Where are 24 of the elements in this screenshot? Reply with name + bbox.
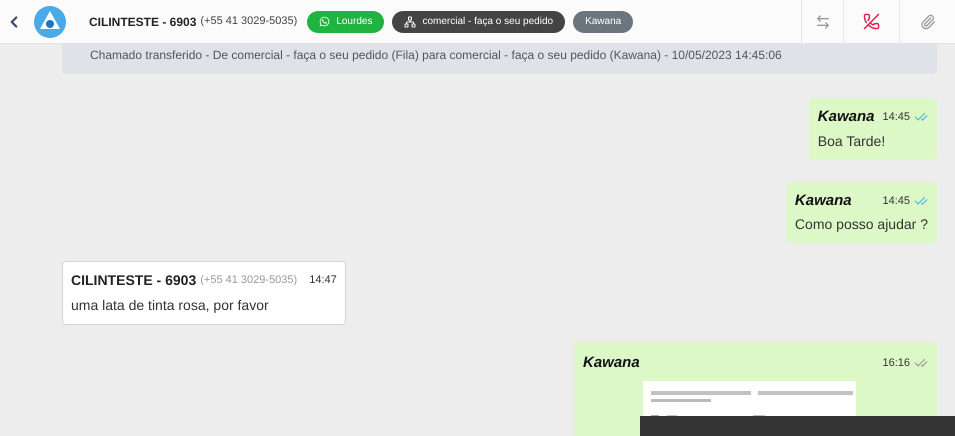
message-text: Boa Tarde! — [818, 132, 886, 150]
message-text: Como posso ajudar ? — [794, 215, 928, 234]
author-name: Kawana — [818, 107, 874, 127]
hierarchy-icon — [404, 16, 416, 28]
message-time: 14:47 — [309, 273, 337, 288]
author-name: CILINTESTE - 6903 — [71, 271, 196, 290]
contact-name: CILINTESTE - 6903 — [89, 14, 196, 30]
transfer-icon[interactable] — [814, 14, 830, 30]
contact-phone: (+55 41 3029-5035) — [200, 14, 298, 30]
avatar-logo-icon — [33, 4, 67, 38]
author-name: Kawana — [583, 353, 640, 373]
tag-label: Lourdes — [336, 15, 372, 29]
author-phone: (+55 41 3029-5035) — [200, 273, 298, 288]
whatsapp-icon — [319, 16, 330, 27]
message-text: uma lata de tinta rosa, por favor — [71, 296, 270, 315]
author-name: Kawana — [794, 190, 852, 210]
message-time: 16:16 — [882, 356, 910, 371]
message-time: 14:45 — [882, 110, 910, 125]
tag-label: Kawana — [585, 15, 622, 29]
tag-label: comercial - faça o seu pedido — [422, 15, 554, 29]
transfer-notice: Chamado transferido - De comercial - faça o seu pedido (Fila) para comercial - faça o seu pedido (Kawana) - 10/05/2023 14:45:06 — [62, 44, 937, 74]
attach-icon[interactable] — [920, 14, 936, 30]
hang-up-icon[interactable] — [863, 13, 880, 30]
message-time: 14:45 — [882, 194, 910, 208]
